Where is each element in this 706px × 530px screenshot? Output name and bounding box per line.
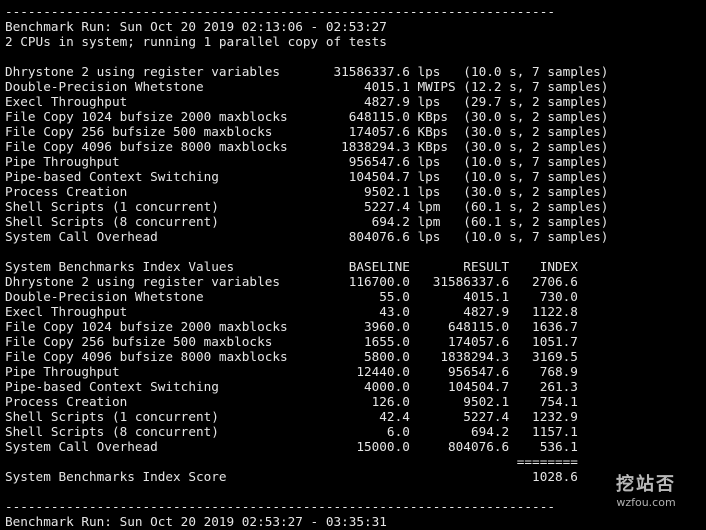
- index-row: System Call Overhead 15000.0 804076.6 53…: [5, 439, 578, 454]
- separator-line: ----------------------------------------…: [5, 4, 555, 19]
- index-table-header: System Benchmarks Index Values BASELINE …: [5, 259, 578, 274]
- result-row: Pipe Throughput 956547.6 lps (10.0 s, 7 …: [5, 154, 609, 169]
- index-row: File Copy 256 bufsize 500 maxblocks 1655…: [5, 334, 578, 349]
- index-row: Shell Scripts (1 concurrent) 42.4 5227.4…: [5, 409, 578, 424]
- result-row: Process Creation 9502.1 lps (30.0 s, 2 s…: [5, 184, 609, 199]
- index-row: Double-Precision Whetstone 55.0 4015.1 7…: [5, 289, 578, 304]
- index-row: Dhrystone 2 using register variables 116…: [5, 274, 578, 289]
- index-row: Pipe-based Context Switching 4000.0 1045…: [5, 379, 578, 394]
- benchmark-run-header: Benchmark Run: Sun Oct 20 2019 02:13:06 …: [5, 19, 387, 34]
- watermark-logo: 挖站否: [616, 474, 676, 495]
- index-underline: ========: [5, 454, 578, 469]
- watermark-url: wzfou.com: [616, 496, 676, 509]
- result-row: File Copy 4096 bufsize 8000 maxblocks 18…: [5, 139, 609, 154]
- result-row: File Copy 256 bufsize 500 maxblocks 1740…: [5, 124, 609, 139]
- result-row: Pipe-based Context Switching 104504.7 lp…: [5, 169, 609, 184]
- blank-line: [5, 244, 706, 259]
- result-row: Execl Throughput 4827.9 lps (29.7 s, 2 s…: [5, 94, 609, 109]
- index-row: Execl Throughput 43.0 4827.9 1122.8: [5, 304, 578, 319]
- result-row: System Call Overhead 804076.6 lps (10.0 …: [5, 229, 609, 244]
- blank-line: [5, 49, 706, 64]
- terminal-output[interactable]: ----------------------------------------…: [5, 4, 706, 530]
- index-row: File Copy 4096 bufsize 8000 maxblocks 58…: [5, 349, 578, 364]
- index-row: Shell Scripts (8 concurrent) 6.0 694.2 1…: [5, 424, 578, 439]
- result-row: File Copy 1024 bufsize 2000 maxblocks 64…: [5, 109, 609, 124]
- cpu-info-line: 2 CPUs in system; running 1 parallel cop…: [5, 34, 387, 49]
- result-row: Shell Scripts (8 concurrent) 694.2 lpm (…: [5, 214, 609, 229]
- index-row: Process Creation 126.0 9502.1 754.1: [5, 394, 578, 409]
- result-row: Double-Precision Whetstone 4015.1 MWIPS …: [5, 79, 609, 94]
- result-row: Dhrystone 2 using register variables 315…: [5, 64, 609, 79]
- index-row: Pipe Throughput 12440.0 956547.6 768.9: [5, 364, 578, 379]
- result-row: Shell Scripts (1 concurrent) 5227.4 lpm …: [5, 199, 609, 214]
- index-row: File Copy 1024 bufsize 2000 maxblocks 39…: [5, 319, 578, 334]
- site-watermark: 挖站否 wzfou.com: [596, 474, 696, 522]
